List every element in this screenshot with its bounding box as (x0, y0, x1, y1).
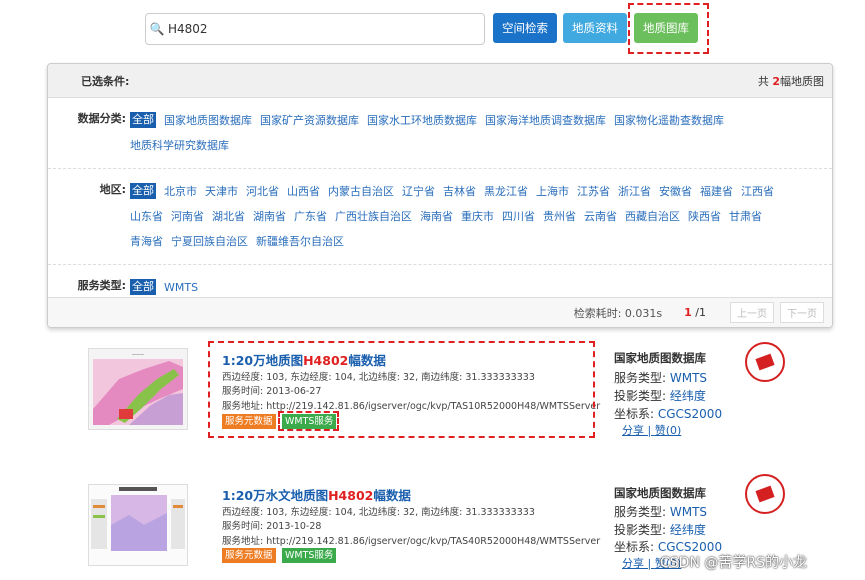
filter-option[interactable]: 湖南省 (253, 204, 286, 229)
filter-option-all[interactable]: 全部 (130, 279, 156, 295)
seal-icon (745, 342, 785, 382)
filter-option[interactable]: 陕西省 (688, 204, 721, 229)
prev-page-button[interactable]: 上一页 (730, 302, 774, 323)
result-database: 国家地质图数据库 (614, 351, 706, 365)
filter-option[interactable]: 湖北省 (212, 204, 245, 229)
filter-option[interactable]: 地质科学研究数据库 (130, 133, 229, 158)
filter-option[interactable]: 吉林省 (443, 179, 476, 204)
filter-options: 全部 国家地质图数据库 国家矿产资源数据库 国家水工环地质数据库 国家海洋地质调查数据库… (126, 108, 786, 158)
filter-option[interactable]: 广西壮族自治区 (335, 204, 412, 229)
filter-option[interactable]: 青海省 (130, 229, 163, 254)
coordinate-system: 坐标系: CGCS2000 (614, 407, 723, 421)
result-title[interactable]: 1:20万水文地质图H4802幅数据 (222, 485, 411, 504)
result-service-time: 服务时间: 2013-10-28 (222, 521, 322, 532)
highlight-result-1 (208, 341, 595, 438)
svg-text:———: ——— (132, 352, 144, 357)
result-count: 共 2幅地质图 (757, 74, 824, 88)
panel-footer: 检索耗时: 0.031s 1 /1 上一页 下一页 (48, 297, 832, 327)
filter-option[interactable]: 河北省 (246, 179, 279, 204)
panel-header: 已选条件: 共 2幅地质图 (48, 64, 832, 98)
search-input[interactable] (168, 22, 468, 36)
filter-row-region: 地区: 全部 北京市 天津市 河北省 山西省 内蒙古自治区 辽宁省 吉林省 黑龙江省 上海市 江苏省浙… (48, 169, 832, 265)
filter-option[interactable]: 国家地质图数据库 (164, 108, 252, 133)
page-indicator: 1 /1 (684, 306, 706, 319)
filter-option[interactable]: 浙江省 (618, 179, 651, 204)
highlight-wmts-tag (278, 411, 339, 431)
geo-data-button[interactable]: 地质资料 (563, 13, 627, 43)
filter-option[interactable]: 广东省 (294, 204, 327, 229)
filter-label: 数据分类: (77, 112, 126, 125)
filter-option[interactable]: 宁夏回族自治区 (171, 229, 248, 254)
filter-option[interactable]: 云南省 (584, 204, 617, 229)
filter-option[interactable]: 北京市 (164, 179, 197, 204)
search-time: 检索耗时: 0.031s (573, 306, 663, 320)
metadata-tag[interactable]: 服务元数据 (222, 548, 276, 563)
filter-options: 全部 北京市 天津市 河北省 山西省 内蒙古自治区 辽宁省 吉林省 黑龙江省 上海市 江苏省 浙江省安… (126, 179, 786, 254)
wmts-tag[interactable]: WMTS服务 (282, 548, 337, 563)
search-icon: 🔍 (149, 22, 165, 36)
filter-option-all[interactable]: 全部 (130, 112, 156, 128)
filter-option[interactable]: 国家矿产资源数据库 (260, 108, 359, 133)
filter-option[interactable]: 山西省 (287, 179, 320, 204)
projection-type: 投影类型: 经纬度 (614, 523, 706, 537)
service-type: 服务类型: WMTS (614, 505, 708, 519)
service-type: 服务类型: WMTS (614, 371, 708, 385)
filter-row-category: 数据分类: 全部 国家地质图数据库 国家矿产资源数据库 国家水工环地质数据库 国家海洋地质… (48, 98, 832, 169)
search-box[interactable]: 🔍 (145, 13, 485, 45)
filter-option-all[interactable]: 全部 (130, 183, 156, 199)
page: 🔍 空间检索 地质资料 地质图库 已选条件: 共 2幅地质图 数据分类:全部国家… (0, 0, 865, 580)
filter-option[interactable]: 江西省 (741, 179, 774, 204)
filter-option[interactable]: 西藏自治区 (625, 204, 680, 229)
filter-option[interactable]: 国家物化遥勘查数据库 (614, 108, 724, 133)
filter-option[interactable]: 甘肃省 (729, 204, 762, 229)
filter-option[interactable]: 福建省 (700, 179, 733, 204)
filter-option[interactable]: 江苏省 (577, 179, 610, 204)
spatial-search-button[interactable]: 空间检索 (493, 13, 557, 43)
filter-option[interactable]: 安徽省 (659, 179, 692, 204)
filter-panel: 已选条件: 共 2幅地质图 数据分类: 全部 国家地质图数据库 国家矿产资源数据库 国家… (47, 63, 833, 328)
filter-option[interactable]: 重庆市 (461, 204, 494, 229)
next-page-button[interactable]: 下一页 (780, 302, 824, 323)
result-bounds: 西边经度: 103, 东边经度: 104, 北边纬度: 32, 南边纬度: 31… (222, 507, 535, 518)
filter-option[interactable]: 国家水工环地质数据库 (367, 108, 477, 133)
projection-type: 投影类型: 经纬度 (614, 389, 706, 403)
filter-option[interactable]: 新疆维吾尔自治区 (256, 229, 344, 254)
filter-option[interactable]: 内蒙古自治区 (328, 179, 394, 204)
highlight-map-library (628, 3, 709, 54)
filter-option[interactable]: 上海市 (536, 179, 569, 204)
filter-option[interactable]: 黑龙江省 (484, 179, 528, 204)
watermark: CSDN @苦学RS的小龙 (660, 555, 807, 571)
share-like-links[interactable]: 分享 | 赞(0) (622, 422, 681, 438)
filter-option[interactable]: 海南省 (420, 204, 453, 229)
result-service-url: 服务地址: http://219.142.81.86/igserver/ogc/… (222, 536, 601, 547)
filter-label: 地区: (99, 183, 126, 196)
filter-option[interactable]: 山东省 (130, 204, 163, 229)
result-database: 国家地质图数据库 (614, 486, 706, 500)
map-thumbnail[interactable]: ——— (88, 348, 188, 430)
seal-icon (745, 474, 785, 514)
filter-option[interactable]: 贵州省 (543, 204, 576, 229)
filter-option[interactable]: 天津市 (205, 179, 238, 204)
filter-option[interactable]: 辽宁省 (402, 179, 435, 204)
filter-option[interactable]: 四川省 (502, 204, 535, 229)
filter-option[interactable]: 国家海洋地质调查数据库 (485, 108, 606, 133)
map-thumbnail[interactable] (88, 484, 188, 566)
selected-conditions-label: 已选条件: (81, 74, 130, 88)
filter-option[interactable]: 河南省 (171, 204, 204, 229)
